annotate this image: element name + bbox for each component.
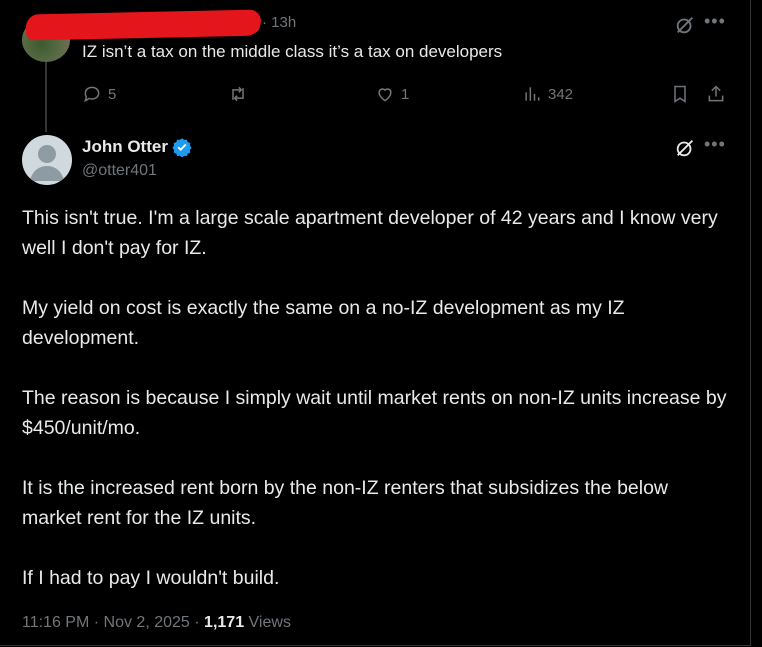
grok-icon[interactable] <box>674 137 696 159</box>
author-handle[interactable]: @otter401 <box>82 162 157 180</box>
tweet-metadata: 11:16 PM · Nov 2, 2025 · 1,171 Views <box>22 614 291 631</box>
tweet-paragraph: This isn't true. I'm a large scale apart… <box>22 207 718 259</box>
verified-badge-icon <box>172 137 192 157</box>
retweet-icon <box>228 84 248 104</box>
like-count: 1 <box>401 85 410 103</box>
bookmark-icon <box>670 84 690 104</box>
tweet-paragraph: My yield on cost is exactly the same on … <box>22 297 625 349</box>
more-icon[interactable]: ••• <box>704 134 726 155</box>
avatar[interactable] <box>22 135 72 185</box>
tweet-body: This isn't true. I'm a large scale apart… <box>22 203 727 623</box>
share-icon <box>706 84 726 104</box>
thread-line <box>45 62 47 132</box>
more-icon[interactable]: ••• <box>704 11 726 32</box>
parent-timestamp[interactable]: · 13h <box>262 14 296 31</box>
tweet-date[interactable]: Nov 2, 2025 <box>104 614 190 631</box>
reply-count: 5 <box>108 85 117 103</box>
like-button[interactable]: 1 <box>375 84 409 104</box>
tweet-paragraph: The reason is because I simply wait unti… <box>22 387 727 439</box>
tweet-paragraph: If I had to pay I wouldn't build. <box>22 567 280 589</box>
retweet-button[interactable] <box>228 84 248 104</box>
tweet-views-label: Views <box>248 614 291 631</box>
views-count: 342 <box>548 85 574 103</box>
tweet-time[interactable]: 11:16 PM <box>22 614 89 631</box>
views-button[interactable]: 342 <box>522 84 573 104</box>
bookmark-button[interactable] <box>670 84 690 104</box>
default-avatar-icon <box>30 145 64 181</box>
author-name[interactable]: John Otter <box>82 137 192 157</box>
parent-tweet-text: IZ isn’t a tax on the middle class it’s … <box>82 42 503 61</box>
share-button[interactable] <box>706 84 726 104</box>
grok-icon[interactable] <box>674 14 696 36</box>
heart-icon <box>375 84 395 104</box>
reply-icon <box>82 84 102 104</box>
tweet-views-count: 1,171 <box>204 614 245 631</box>
reply-button[interactable]: 5 <box>82 84 116 104</box>
tweet-paragraph: It is the increased rent born by the non… <box>22 477 669 529</box>
author-name-text: John Otter <box>82 137 168 156</box>
analytics-icon <box>522 84 542 104</box>
